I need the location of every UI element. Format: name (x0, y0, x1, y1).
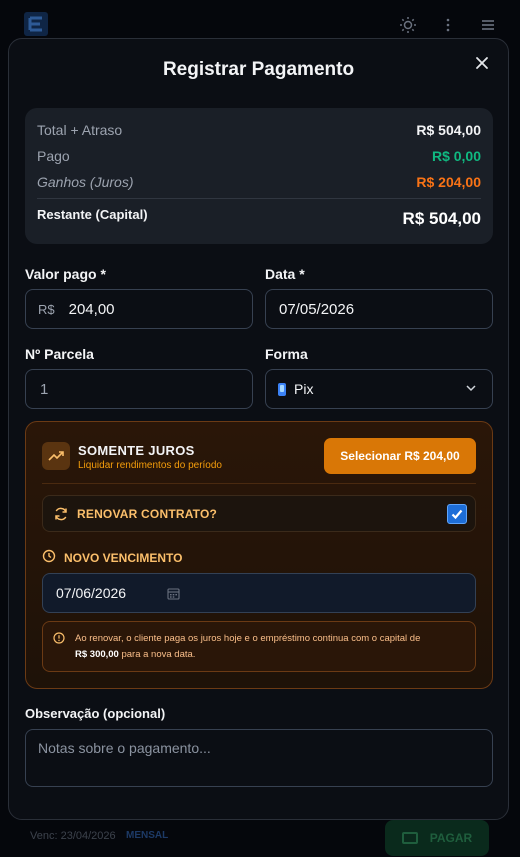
ganhos-label: Ganhos (Juros) (37, 174, 134, 190)
payment-modal: Registrar Pagamento Total + Atraso R$ 50… (8, 38, 509, 820)
forma-label: Forma (265, 346, 308, 362)
renewal-info-box: Ao renovar, o cliente paga os juros hoje… (42, 621, 476, 672)
refresh-icon (55, 507, 67, 521)
forma-value: Pix (294, 381, 314, 397)
novo-vencimento-input[interactable]: 07/06/2026 (42, 573, 476, 613)
phone-icon (278, 382, 286, 396)
valor-pago-value: 204,00 (68, 300, 115, 318)
total-value: R$ 504,00 (416, 122, 481, 138)
summary-row-pago: Pago R$ 0,00 (37, 148, 481, 166)
pay-button[interactable]: PAGAR (385, 820, 489, 856)
parcela-label: Nº Parcela (25, 346, 94, 362)
menu-icon[interactable] (479, 16, 497, 34)
somente-juros-subtitle: Liquidar rendimentos do período (78, 460, 222, 471)
more-options-icon[interactable] (439, 16, 457, 34)
restante-label: Restante (Capital) (37, 207, 148, 222)
clock-icon (42, 549, 56, 563)
background-loan-card-footer: Venc: 23/04/2026 MENSAL PAGAR (10, 816, 510, 857)
checkmark-icon (451, 509, 463, 520)
chevron-down-icon (466, 385, 476, 392)
close-icon[interactable] (472, 53, 492, 73)
data-label: Data * (265, 266, 305, 282)
somente-juros-panel: SOMENTE JUROS Liquidar rendimentos do pe… (25, 421, 493, 689)
total-label: Total + Atraso (37, 122, 123, 138)
somente-juros-title: SOMENTE JUROS (78, 443, 195, 458)
summary-row-ganhos: Ganhos (Juros) R$ 204,00 (37, 174, 481, 192)
alert-circle-icon (53, 632, 65, 644)
novo-vencimento-value: 07/06/2026 (56, 585, 127, 601)
summary-row-total: Total + Atraso R$ 504,00 (37, 122, 481, 140)
select-juros-button[interactable]: Selecionar R$ 204,00 (324, 438, 476, 474)
restante-value: R$ 504,00 (402, 209, 481, 228)
info-text-part1: Ao renovar, o cliente paga os juros hoje… (75, 633, 421, 644)
theme-toggle-icon[interactable] (399, 16, 417, 34)
parcela-input[interactable]: 1 (25, 369, 253, 409)
info-text-part2: para a nova data. (121, 649, 196, 660)
valor-pago-label: Valor pago * (25, 266, 106, 282)
calendar-icon[interactable] (167, 587, 180, 600)
pay-button-label: PAGAR (429, 831, 473, 845)
pago-value: R$ 0,00 (431, 148, 481, 164)
credit-card-icon (401, 832, 418, 844)
parcela-value: 1 (40, 380, 49, 398)
pago-label: Pago (37, 148, 70, 164)
valor-pago-input[interactable]: R$ 204,00 (25, 289, 253, 329)
observacao-textarea[interactable]: Notas sobre o pagamento... (25, 729, 493, 787)
observacao-label: Observação (opcional) (25, 706, 166, 721)
payment-summary: Total + Atraso R$ 504,00 Pago R$ 0,00 Ga… (25, 108, 493, 244)
data-value: 07/05/2026 (279, 300, 355, 318)
ganhos-value: R$ 204,00 (416, 174, 481, 190)
renovar-checkbox[interactable] (447, 504, 467, 524)
summary-divider (37, 198, 481, 199)
app-logo (22, 10, 50, 38)
currency-prefix: R$ (38, 301, 55, 317)
modal-title: Registrar Pagamento (162, 59, 355, 80)
trending-up-icon (42, 442, 70, 470)
renovar-contrato-row[interactable]: RENOVAR CONTRATO? (42, 495, 476, 532)
frequency-badge: MENSAL (126, 830, 169, 841)
renewal-info-text: Ao renovar, o cliente paga os juros hoje… (75, 631, 463, 663)
novo-vencimento-label: NOVO VENCIMENTO (64, 551, 183, 565)
due-date-text: Venc: 23/04/2026 (30, 830, 116, 842)
info-amount: R$ 300,00 (75, 649, 119, 660)
juros-divider (42, 483, 476, 484)
renovar-label: RENOVAR CONTRATO? (77, 507, 218, 521)
forma-select[interactable]: Pix (265, 369, 493, 409)
data-input[interactable]: 07/05/2026 (265, 289, 493, 329)
